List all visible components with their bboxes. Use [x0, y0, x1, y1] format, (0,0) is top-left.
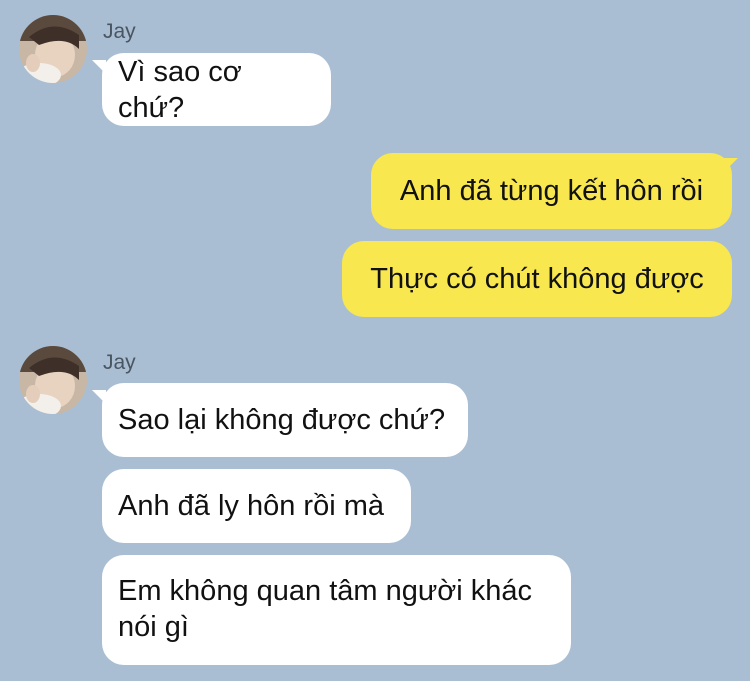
message-bubble[interactable]: Anh đã từng kết hôn rồi [371, 153, 732, 229]
sender-name: Jay [103, 20, 136, 43]
message-bubble[interactable]: Anh đã ly hôn rồi mà [102, 469, 411, 543]
chat-area: Jay Vì sao cơ chứ? Anh đã từng kết hôn r… [0, 0, 750, 681]
avatar[interactable] [19, 15, 87, 83]
message-bubble[interactable]: Em không quan tâm người khác nói gì [102, 555, 571, 665]
avatar-photo-icon [19, 15, 87, 83]
avatar-photo-icon [19, 346, 87, 414]
message-bubble[interactable]: Sao lại không được chứ? [102, 383, 468, 457]
message-bubble[interactable]: Thực có chút không được [342, 241, 732, 317]
avatar[interactable] [19, 346, 87, 414]
sender-name: Jay [103, 351, 136, 374]
message-bubble[interactable]: Vì sao cơ chứ? [102, 53, 331, 126]
